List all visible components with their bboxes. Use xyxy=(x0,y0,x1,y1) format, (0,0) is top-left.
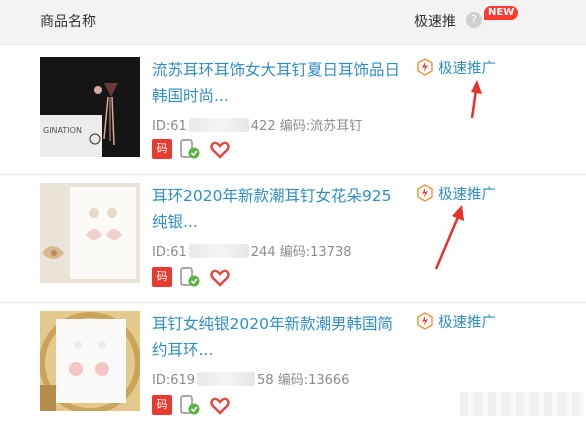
heart-icon[interactable] xyxy=(210,396,230,416)
speed-promo-icon xyxy=(417,58,433,76)
mobile-check-icon[interactable] xyxy=(180,267,200,287)
product-title-link[interactable]: 耳环2020年新款潮耳钉女花朵925纯银... xyxy=(152,183,402,235)
heart-icon[interactable] xyxy=(210,268,230,288)
product-meta: ID:61 244 编码:13738 xyxy=(152,241,352,260)
product-code: 编码:13666 xyxy=(277,373,350,388)
product-id-prefix: ID:619 xyxy=(152,373,196,388)
annotation-arrow-icon xyxy=(434,205,464,270)
new-badge: NEW xyxy=(484,6,519,20)
product-meta: ID:61 422 编码:流苏耳钉 xyxy=(152,115,362,134)
table-row: 耳环2020年新款潮耳钉女花朵925纯银... ID:61 244 编码:1373… xyxy=(0,175,586,305)
thumbnail-text: GINATION xyxy=(43,126,82,135)
speed-promo-label: 极速推广 xyxy=(438,315,496,331)
product-title-link[interactable]: 耳钉女纯银2020年新款潮男韩国简约耳环... xyxy=(152,311,402,363)
redacted-id-blur xyxy=(197,372,256,386)
code-badge-icon[interactable]: 码 xyxy=(152,267,172,287)
speed-promo-label: 极速推广 xyxy=(438,61,496,77)
speed-promo-icon xyxy=(417,312,433,330)
code-badge-icon[interactable]: 码 xyxy=(152,139,172,159)
watermark-blur xyxy=(460,392,584,416)
product-id-prefix: ID:61 xyxy=(152,119,187,134)
product-code: 编码:流苏耳钉 xyxy=(279,119,363,134)
mobile-check-icon[interactable] xyxy=(180,395,200,415)
help-icon[interactable]: ? xyxy=(466,12,482,28)
table-header: 商品名称 极速推 ? NEW xyxy=(0,0,586,45)
product-thumbnail[interactable] xyxy=(40,311,140,411)
product-id-suffix: 422 xyxy=(250,119,276,134)
annotation-arrow-icon xyxy=(470,80,482,119)
table-row: GINATION 流苏耳环耳饰女大耳钉夏日耳饰品日韩国时尚... ID:61 42… xyxy=(0,45,586,175)
heart-icon[interactable] xyxy=(210,140,230,160)
column-header-speed-promo: 极速推 xyxy=(414,14,456,30)
redacted-id-blur xyxy=(188,244,249,258)
product-thumbnail[interactable]: GINATION xyxy=(40,57,140,157)
column-header-product-name: 商品名称 xyxy=(40,14,96,30)
product-id-suffix: 244 xyxy=(250,245,276,260)
speed-promo-icon xyxy=(417,184,433,202)
product-meta: ID:619 58 编码:13666 xyxy=(152,369,349,388)
product-code: 编码:13738 xyxy=(279,245,352,260)
speed-promo-label: 极速推广 xyxy=(438,187,496,203)
product-id-suffix: 58 xyxy=(257,373,274,388)
product-thumbnail[interactable] xyxy=(40,183,140,283)
product-id-prefix: ID:61 xyxy=(152,245,187,260)
product-title-link[interactable]: 流苏耳环耳饰女大耳钉夏日耳饰品日韩国时尚... xyxy=(152,57,402,109)
mobile-check-icon[interactable] xyxy=(180,139,200,159)
redacted-id-blur xyxy=(188,118,249,132)
code-badge-icon[interactable]: 码 xyxy=(152,395,172,415)
